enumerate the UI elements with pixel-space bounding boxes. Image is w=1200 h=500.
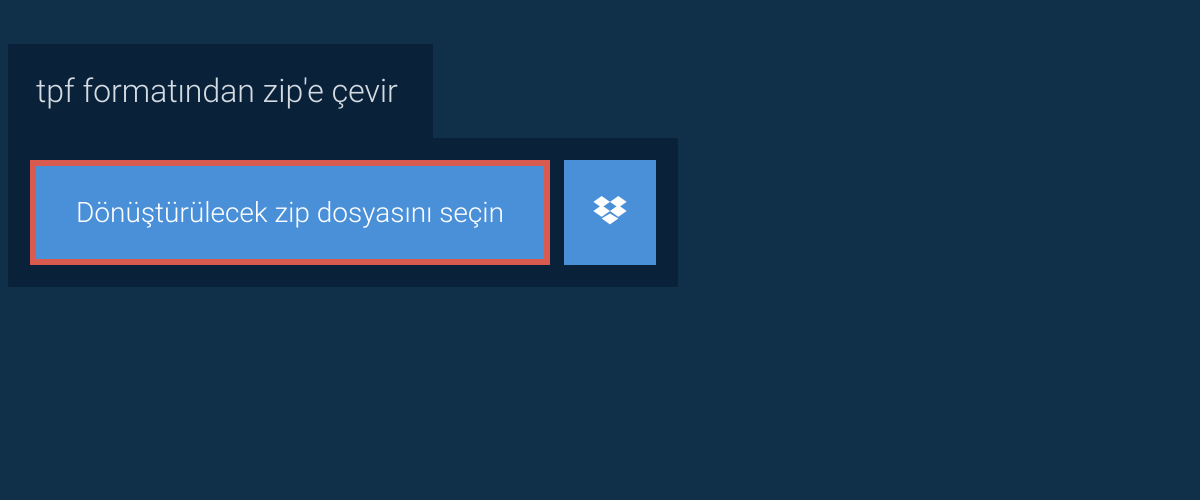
select-file-label: Dönüştürülecek zip dosyasını seçin: [76, 196, 504, 229]
header-block: tpf formatından zip'e çevir: [8, 44, 433, 138]
page-title: tpf formatından zip'e çevir: [36, 72, 398, 110]
upload-panel: Dönüştürülecek zip dosyasını seçin: [8, 138, 678, 287]
dropbox-icon: [593, 196, 627, 230]
select-file-button[interactable]: Dönüştürülecek zip dosyasını seçin: [30, 160, 550, 265]
dropbox-button[interactable]: [564, 160, 656, 265]
